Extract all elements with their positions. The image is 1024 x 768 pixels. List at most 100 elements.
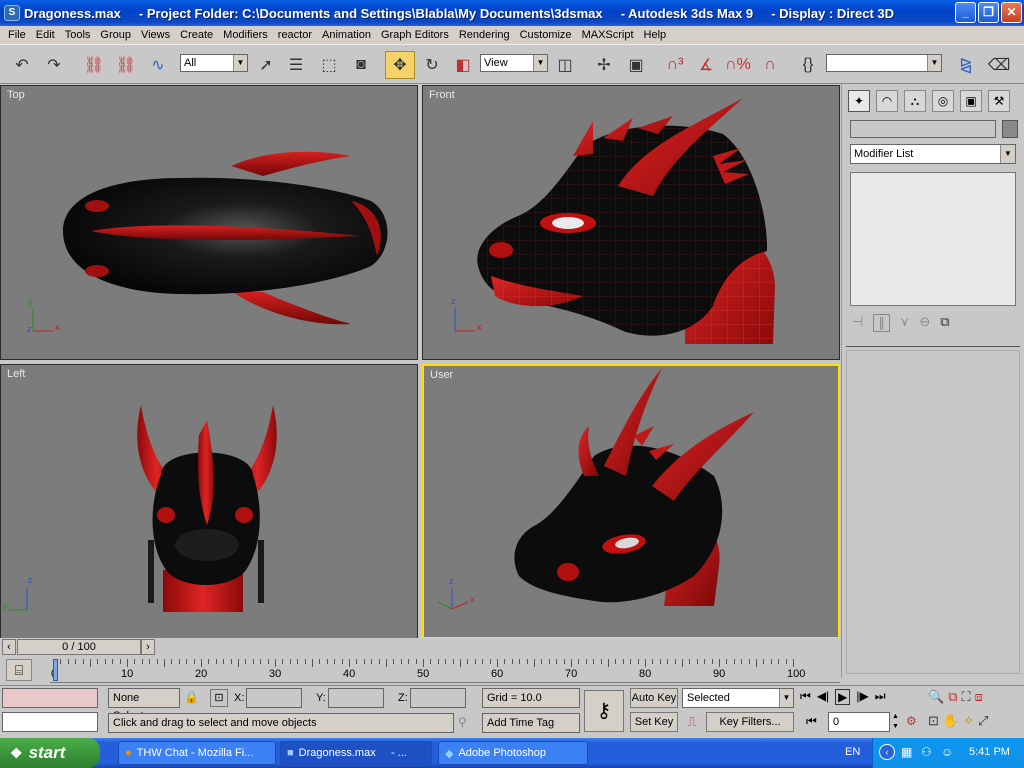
select-and-link-icon[interactable]: ⛓ — [80, 51, 108, 79]
go-to-end-icon[interactable]: ⏭ — [875, 689, 886, 705]
utilities-tab-icon[interactable]: ⚒ — [988, 90, 1010, 112]
viewport-top[interactable]: Top y x z — [0, 85, 418, 360]
menu-maxscript[interactable]: MAXScript — [577, 26, 639, 44]
edit-named-selection-icon[interactable]: {} — [794, 51, 822, 79]
language-indicator[interactable]: EN — [845, 746, 860, 758]
set-key-icon[interactable]: ⚷ — [584, 690, 624, 732]
named-selection-dropdown[interactable]: ▼ — [826, 54, 942, 72]
mirror-icon[interactable]: ⧎ — [952, 51, 980, 79]
menu-views[interactable]: Views — [136, 26, 175, 44]
menu-graph-editors[interactable]: Graph Editors — [376, 26, 454, 44]
menu-modifiers[interactable]: Modifiers — [218, 26, 273, 44]
menu-create[interactable]: Create — [175, 26, 218, 44]
select-and-manipulate-icon[interactable]: ✢ — [590, 51, 618, 79]
snaps-toggle-icon[interactable]: ∩³ — [660, 51, 690, 79]
close-button[interactable]: ✕ — [1001, 2, 1022, 23]
selection-filter-dropdown[interactable]: All ▼ — [180, 54, 248, 72]
redo-icon[interactable]: ↷ — [40, 51, 68, 79]
display-tab-icon[interactable]: ▣ — [960, 90, 982, 112]
show-hidden-icons-icon[interactable]: ‹ — [879, 744, 895, 760]
unlink-selection-icon[interactable]: ⛓ — [112, 51, 140, 79]
maxscript-output[interactable] — [2, 712, 98, 732]
app-icon[interactable]: S — [4, 5, 20, 21]
menu-reactor[interactable]: reactor — [273, 26, 317, 44]
select-and-rotate-icon[interactable]: ↻ — [418, 51, 446, 79]
configure-modifier-sets-icon[interactable]: ⧉ — [940, 314, 949, 332]
key-mode-toggle-icon[interactable]: ⏮ — [806, 714, 817, 729]
zoom-all-icon[interactable]: ⧉ — [948, 689, 957, 705]
rectangular-selection-icon[interactable]: ⬚ — [316, 51, 342, 79]
absolute-mode-transform-icon[interactable]: ⊡ — [210, 689, 228, 707]
show-end-result-icon[interactable]: ∥ — [873, 314, 890, 332]
modifier-stack[interactable] — [850, 172, 1016, 306]
minimize-button[interactable]: _ — [955, 2, 976, 23]
percent-snap-icon[interactable]: ∩% — [724, 51, 752, 79]
select-object-icon[interactable]: ➚ — [254, 51, 278, 79]
menu-customize[interactable]: Customize — [515, 26, 577, 44]
next-frame-icon[interactable]: |▶ — [856, 689, 868, 705]
zoom-icon[interactable]: 🔍 — [928, 689, 944, 705]
time-slider-thumb[interactable]: 0 / 100 — [17, 639, 141, 655]
open-mini-curve-editor-icon[interactable]: ⌸ — [6, 659, 32, 681]
menu-help[interactable]: Help — [639, 26, 672, 44]
window-crossing-icon[interactable]: ◙ — [348, 51, 374, 79]
modify-tab-icon[interactable]: ◠ — [876, 90, 898, 112]
tray-app-icon[interactable]: ▦ — [901, 745, 912, 759]
default-tangent-icon[interactable]: ⎍ — [682, 712, 702, 732]
set-key-button[interactable]: Set Key — [630, 712, 678, 732]
key-mode-dropdown[interactable]: Selected ▼ — [682, 688, 794, 708]
hierarchy-tab-icon[interactable]: ⛬ — [904, 90, 926, 112]
y-coordinate-field[interactable] — [328, 688, 384, 708]
current-time-marker[interactable] — [53, 659, 58, 681]
object-color-swatch[interactable] — [1002, 120, 1018, 138]
zoom-extents-all-icon[interactable]: ⧈ — [975, 689, 983, 705]
menu-edit[interactable]: Edit — [31, 26, 60, 44]
pin-stack-icon[interactable]: ⊣ — [852, 314, 863, 332]
undo-icon[interactable]: ↶ — [8, 51, 36, 79]
time-tag-icon[interactable]: ⚲ — [458, 715, 467, 729]
pan-hand-icon[interactable]: ✋ — [943, 713, 959, 729]
frame-spinner-icon[interactable]: ▲ ▼ — [892, 712, 902, 732]
remove-modifier-icon[interactable]: ⊖ — [919, 314, 930, 332]
menu-animation[interactable]: Animation — [317, 26, 376, 44]
tray-network-icon[interactable]: ⚇ — [921, 745, 932, 759]
reference-coordinate-dropdown[interactable]: View ▼ — [480, 54, 548, 72]
x-coordinate-field[interactable] — [246, 688, 302, 708]
align-icon[interactable]: ⌫ — [984, 51, 1014, 79]
tray-user-icon[interactable]: ☺ — [941, 745, 953, 759]
current-frame-field[interactable]: 0 — [828, 712, 890, 732]
task-3dsmax[interactable]: ■ Dragoness.max - ... — [280, 741, 432, 765]
spinner-snap-icon[interactable]: ∩ — [756, 51, 784, 79]
slider-right-arrow-icon[interactable]: › — [141, 639, 155, 655]
viewport-front[interactable]: Front z x — [422, 85, 840, 360]
viewport-user[interactable]: User z x — [422, 364, 840, 639]
object-name-field[interactable] — [850, 120, 996, 138]
bind-to-space-warp-icon[interactable]: ∿ — [144, 51, 172, 79]
select-by-name-icon[interactable]: ☰ — [284, 51, 308, 79]
menu-file[interactable]: File — [3, 26, 31, 44]
use-pivot-point-icon[interactable]: ◫ — [552, 51, 578, 79]
key-filters-button[interactable]: Key Filters... — [706, 712, 794, 732]
previous-frame-icon[interactable]: ◀| — [817, 689, 829, 705]
z-coordinate-field[interactable] — [410, 688, 466, 708]
track-bar[interactable]: 0102030405060708090100 — [50, 659, 840, 683]
menu-group[interactable]: Group — [95, 26, 136, 44]
select-and-scale-icon[interactable]: ◧ — [450, 51, 476, 79]
play-icon[interactable]: ▶ — [835, 689, 851, 705]
menu-rendering[interactable]: Rendering — [454, 26, 515, 44]
angle-snap-icon[interactable]: ∡ — [692, 51, 720, 79]
zoom-extents-icon[interactable]: ⛶ — [961, 689, 970, 705]
viewport-left[interactable]: Left z y — [0, 364, 418, 639]
restore-button[interactable]: ❐ — [978, 2, 999, 23]
arc-rotate-icon[interactable]: ✧ — [963, 713, 974, 729]
motion-tab-icon[interactable]: ◎ — [932, 90, 954, 112]
add-time-tag[interactable]: Add Time Tag — [482, 713, 580, 733]
lock-icon[interactable]: 🔒 — [184, 690, 199, 704]
start-button[interactable]: ❖ start — [0, 738, 100, 768]
go-to-start-icon[interactable]: ⏮ — [800, 689, 811, 705]
keyboard-shortcut-toggle-icon[interactable]: ▣ — [622, 51, 650, 79]
region-zoom-icon[interactable]: ⊡ — [928, 713, 939, 729]
modifier-list-dropdown[interactable]: Modifier List ▼ — [850, 144, 1016, 164]
maxscript-listener-mini[interactable] — [2, 688, 98, 708]
create-tab-icon[interactable]: ✦ — [848, 90, 870, 112]
